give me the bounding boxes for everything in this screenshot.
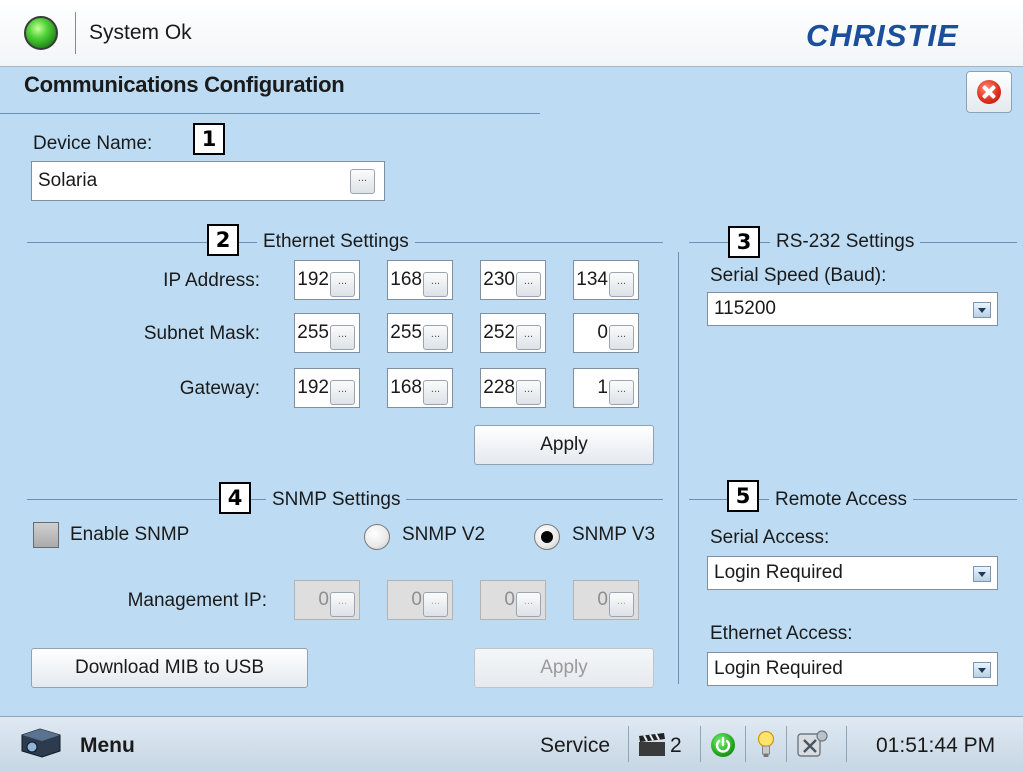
menu-label[interactable]: Menu	[80, 734, 135, 758]
snmp-v2-radio[interactable]	[364, 524, 390, 550]
projector-menu-icon[interactable]	[14, 725, 70, 761]
status-led-icon	[24, 16, 58, 50]
service-label[interactable]: Service	[540, 734, 610, 758]
rs232-settings-title: RS-232 Settings	[770, 231, 921, 253]
title-underline	[0, 113, 540, 114]
management-ip-octet-2-edit-button[interactable]: ...	[423, 592, 448, 617]
management-ip-octet-1[interactable]: 0...	[294, 580, 360, 620]
callout-3: 3	[728, 226, 760, 258]
serial-access-label: Serial Access:	[710, 527, 830, 548]
management-ip-octet-3-edit-button[interactable]: ...	[516, 592, 541, 617]
callout-4: 4	[219, 482, 251, 514]
callout-2: 2	[207, 224, 239, 256]
chevron-down-icon	[973, 566, 991, 582]
serial-speed-label: Serial Speed (Baud):	[710, 265, 887, 286]
ethernet-settings-title: Ethernet Settings	[257, 231, 415, 253]
enable-snmp-label: Enable SNMP	[70, 524, 190, 545]
lamp-bulb-icon[interactable]	[757, 730, 775, 760]
device-name-field[interactable]: Solaria	[31, 161, 385, 201]
column-divider	[678, 252, 679, 684]
clapperboard-count: 2	[670, 734, 682, 757]
clock-time: 01:51:44 PM	[876, 734, 996, 757]
christie-logo: CHRISTIE	[806, 18, 959, 53]
enable-snmp-checkbox[interactable]	[33, 522, 59, 548]
subnet-octet-4[interactable]: 0...	[573, 313, 639, 353]
subnet-octet-3-edit-button[interactable]: ...	[516, 325, 541, 350]
gateway-octet-2[interactable]: 168...	[387, 368, 453, 408]
management-ip-octet-4[interactable]: 0...	[573, 580, 639, 620]
chevron-down-icon	[973, 302, 991, 318]
chevron-down-icon	[973, 662, 991, 678]
gateway-octet-4[interactable]: 1...	[573, 368, 639, 408]
management-ip-octet-4-edit-button[interactable]: ...	[609, 592, 634, 617]
callout-1: 1	[193, 123, 225, 155]
management-ip-octet-2[interactable]: 0...	[387, 580, 453, 620]
footer-divider	[745, 726, 746, 762]
serial-speed-select[interactable]: 115200	[707, 292, 998, 326]
ip-octet-4[interactable]: 134...	[573, 260, 639, 300]
ip-octet-2[interactable]: 168...	[387, 260, 453, 300]
footer-divider	[846, 726, 847, 762]
subnet-octet-1-edit-button[interactable]: ...	[330, 325, 355, 350]
subnet-octet-3[interactable]: 252...	[480, 313, 546, 353]
subnet-octet-1[interactable]: 255...	[294, 313, 360, 353]
management-ip-octet-3[interactable]: 0...	[480, 580, 546, 620]
serial-access-select[interactable]: Login Required	[707, 556, 998, 590]
footer-bar	[0, 716, 1023, 771]
page-title: Communications Configuration	[24, 72, 345, 97]
download-mib-button[interactable]: Download MIB to USB	[31, 648, 308, 688]
ip-octet-3[interactable]: 230...	[480, 260, 546, 300]
system-status-text: System Ok	[89, 21, 192, 44]
clapperboard-icon[interactable]	[637, 733, 667, 757]
snmp-v3-label: SNMP V3	[572, 524, 656, 545]
management-ip-label: Management IP:	[127, 590, 267, 611]
device-name-label: Device Name:	[33, 133, 153, 154]
power-symbol	[715, 736, 731, 753]
power-icon[interactable]	[711, 733, 735, 757]
snmp-v3-radio[interactable]	[534, 524, 560, 550]
gateway-octet-1[interactable]: 192...	[294, 368, 360, 408]
gateway-octet-1-edit-button[interactable]: ...	[330, 380, 355, 405]
serial-access-value: Login Required	[714, 562, 843, 583]
snmp-settings-title: SNMP Settings	[266, 489, 407, 511]
device-name-value: Solaria	[38, 170, 98, 191]
header-divider	[75, 12, 76, 54]
subnet-octet-2-edit-button[interactable]: ...	[423, 325, 448, 350]
serial-speed-value: 115200	[714, 298, 776, 319]
subnet-octet-2[interactable]: 255...	[387, 313, 453, 353]
ip-octet-1-edit-button[interactable]: ...	[330, 272, 355, 297]
gateway-octet-2-edit-button[interactable]: ...	[423, 380, 448, 405]
footer-divider	[628, 726, 629, 762]
communications-configuration-screen: System Ok CHRISTIE Communications Config…	[0, 0, 1023, 771]
gateway-octet-3-edit-button[interactable]: ...	[516, 380, 541, 405]
close-button[interactable]	[966, 71, 1012, 113]
close-icon	[977, 80, 1001, 104]
device-name-edit-button[interactable]: ...	[350, 169, 375, 194]
ip-octet-4-edit-button[interactable]: ...	[609, 272, 634, 297]
ip-address-label: IP Address:	[163, 270, 260, 291]
footer-divider	[700, 726, 701, 762]
ethernet-access-label: Ethernet Access:	[710, 623, 853, 644]
ethernet-access-value: Login Required	[714, 658, 843, 679]
management-ip-octet-1-edit-button[interactable]: ...	[330, 592, 355, 617]
ethernet-apply-button[interactable]: Apply	[474, 425, 654, 465]
tools-icon[interactable]	[794, 728, 830, 762]
subnet-mask-label: Subnet Mask:	[143, 323, 260, 344]
snmp-v2-label: SNMP V2	[402, 524, 486, 545]
gateway-label: Gateway:	[179, 378, 260, 399]
christie-logo-text: CHRISTIE	[806, 18, 959, 53]
snmp-apply-button[interactable]: Apply	[474, 648, 654, 688]
footer-divider	[786, 726, 787, 762]
gateway-octet-3[interactable]: 228...	[480, 368, 546, 408]
gateway-octet-4-edit-button[interactable]: ...	[609, 380, 634, 405]
ip-octet-2-edit-button[interactable]: ...	[423, 272, 448, 297]
callout-5: 5	[727, 480, 759, 512]
ip-octet-3-edit-button[interactable]: ...	[516, 272, 541, 297]
ip-octet-1[interactable]: 192...	[294, 260, 360, 300]
remote-access-title: Remote Access	[769, 489, 913, 511]
subnet-octet-4-edit-button[interactable]: ...	[609, 325, 634, 350]
ethernet-access-select[interactable]: Login Required	[707, 652, 998, 686]
